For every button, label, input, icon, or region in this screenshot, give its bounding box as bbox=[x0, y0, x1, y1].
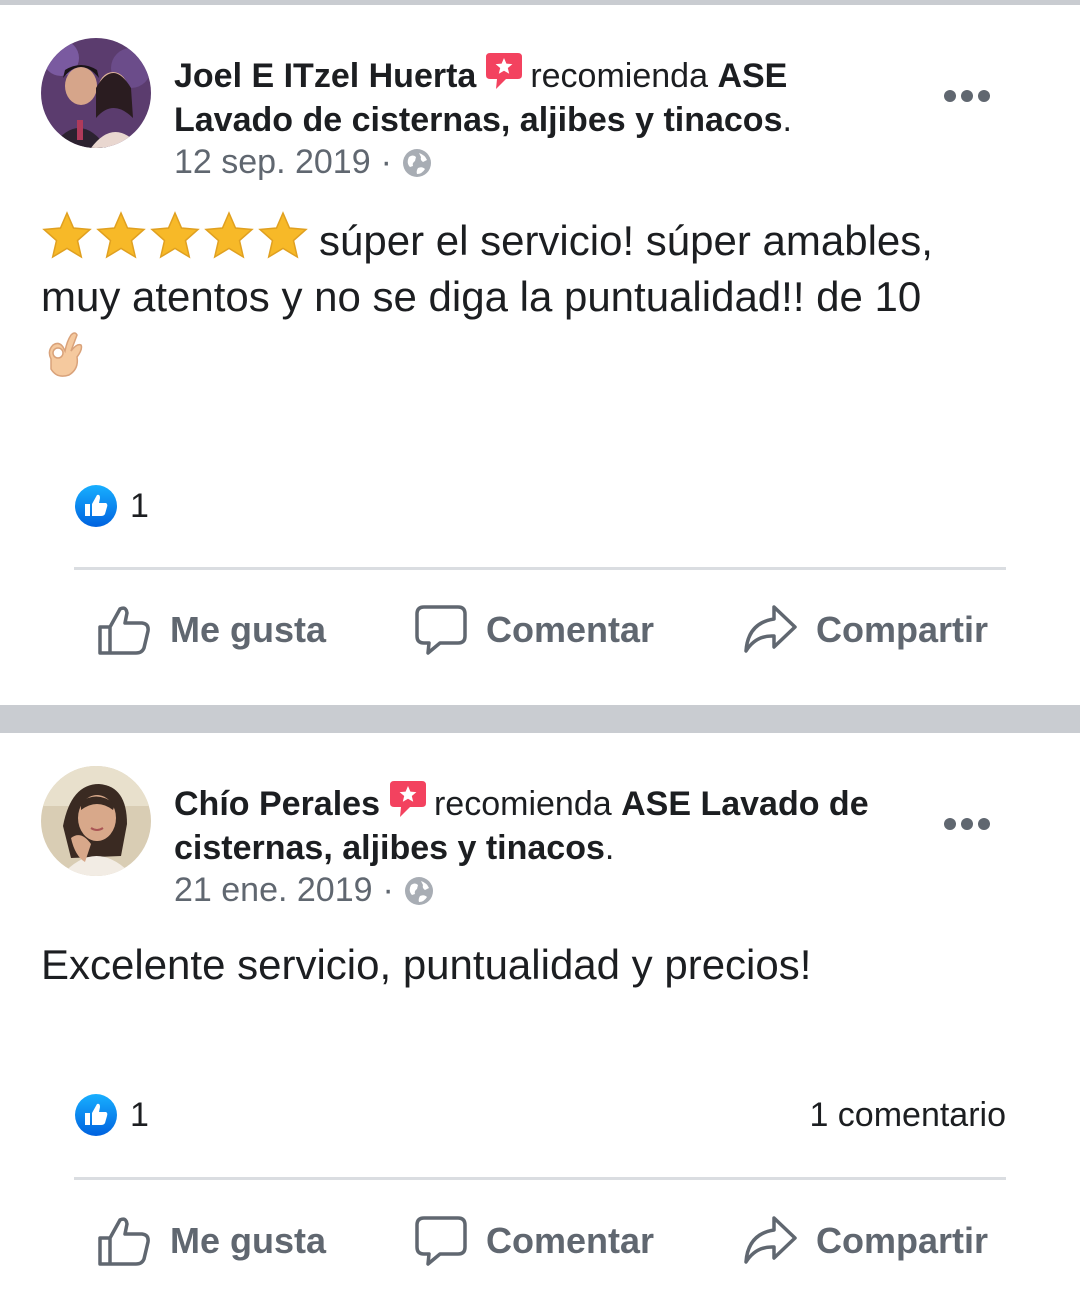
action-bar: Me gusta Comentar Compartir bbox=[74, 595, 1006, 665]
reactions-bar: 1 1 comentario bbox=[74, 1091, 1006, 1139]
like-count[interactable]: 1 bbox=[74, 484, 149, 528]
share-arrow-icon bbox=[744, 605, 797, 653]
post-date[interactable]: 12 sep. 2019 bbox=[174, 143, 371, 182]
avatar[interactable] bbox=[41, 766, 151, 876]
five-stars-emoji bbox=[41, 211, 309, 261]
more-options-icon[interactable] bbox=[944, 815, 990, 833]
review-post: Chío Perales recomienda ASE Lavado de cis… bbox=[0, 733, 1080, 1314]
like-number: 1 bbox=[130, 486, 149, 525]
share-arrow-icon bbox=[744, 1216, 797, 1264]
share-button[interactable]: Compartir bbox=[742, 603, 988, 657]
post-body: súper el servicio! súper amables, muy at… bbox=[41, 211, 1021, 381]
post-text: Excelente servicio, puntualidad y precio… bbox=[41, 941, 812, 988]
avatar[interactable] bbox=[41, 38, 151, 148]
post-meta: 21 ene. 2019 · bbox=[174, 871, 434, 910]
thumbs-up-icon bbox=[98, 606, 150, 655]
comment-count[interactable]: 1 comentario bbox=[809, 1096, 1006, 1135]
reactions-bar: 1 bbox=[74, 482, 1006, 530]
share-button[interactable]: Compartir bbox=[742, 1214, 988, 1268]
post-body: Excelente servicio, puntualidad y precio… bbox=[41, 937, 1021, 993]
like-number: 1 bbox=[130, 1095, 149, 1134]
divider bbox=[74, 567, 1006, 570]
period: . bbox=[782, 101, 792, 139]
action-bar: Me gusta Comentar Compartir bbox=[74, 1206, 1006, 1276]
like-reaction-icon bbox=[75, 485, 117, 527]
comment-button[interactable]: Comentar bbox=[414, 603, 654, 657]
post-header: Chío Perales recomienda ASE Lavado de cis… bbox=[174, 779, 874, 870]
comment-bubble-icon bbox=[415, 1216, 467, 1266]
divider bbox=[74, 1177, 1006, 1180]
more-options-icon[interactable] bbox=[944, 87, 990, 105]
like-button[interactable]: Me gusta bbox=[96, 603, 326, 657]
recommends-text: recomienda bbox=[433, 785, 612, 823]
recommendation-icon bbox=[484, 51, 524, 91]
like-reaction-icon bbox=[75, 1094, 117, 1136]
like-count[interactable]: 1 bbox=[74, 1093, 149, 1137]
post-separator bbox=[0, 705, 1080, 733]
review-post: Joel E ITzel Huerta recomienda ASE Lavado… bbox=[0, 5, 1080, 705]
globe-icon bbox=[404, 876, 434, 906]
ok-hand-emoji bbox=[41, 329, 87, 379]
recommends-text: recomienda bbox=[530, 57, 708, 95]
post-header: Joel E ITzel Huerta recomienda ASE Lavado… bbox=[174, 51, 874, 142]
globe-icon bbox=[402, 148, 432, 178]
post-date[interactable]: 21 ene. 2019 bbox=[174, 871, 373, 910]
period: . bbox=[604, 829, 615, 867]
like-button[interactable]: Me gusta bbox=[96, 1214, 326, 1268]
author-name[interactable]: Joel E ITzel Huerta bbox=[174, 57, 476, 95]
post-meta: 12 sep. 2019 · bbox=[174, 143, 432, 182]
meta-separator: · bbox=[380, 143, 392, 181]
comment-bubble-icon bbox=[415, 605, 467, 655]
comment-button[interactable]: Comentar bbox=[414, 1214, 654, 1268]
recommendation-icon bbox=[388, 779, 428, 819]
author-name[interactable]: Chío Perales bbox=[174, 785, 380, 823]
meta-separator: · bbox=[382, 871, 394, 909]
thumbs-up-icon bbox=[98, 1217, 150, 1266]
